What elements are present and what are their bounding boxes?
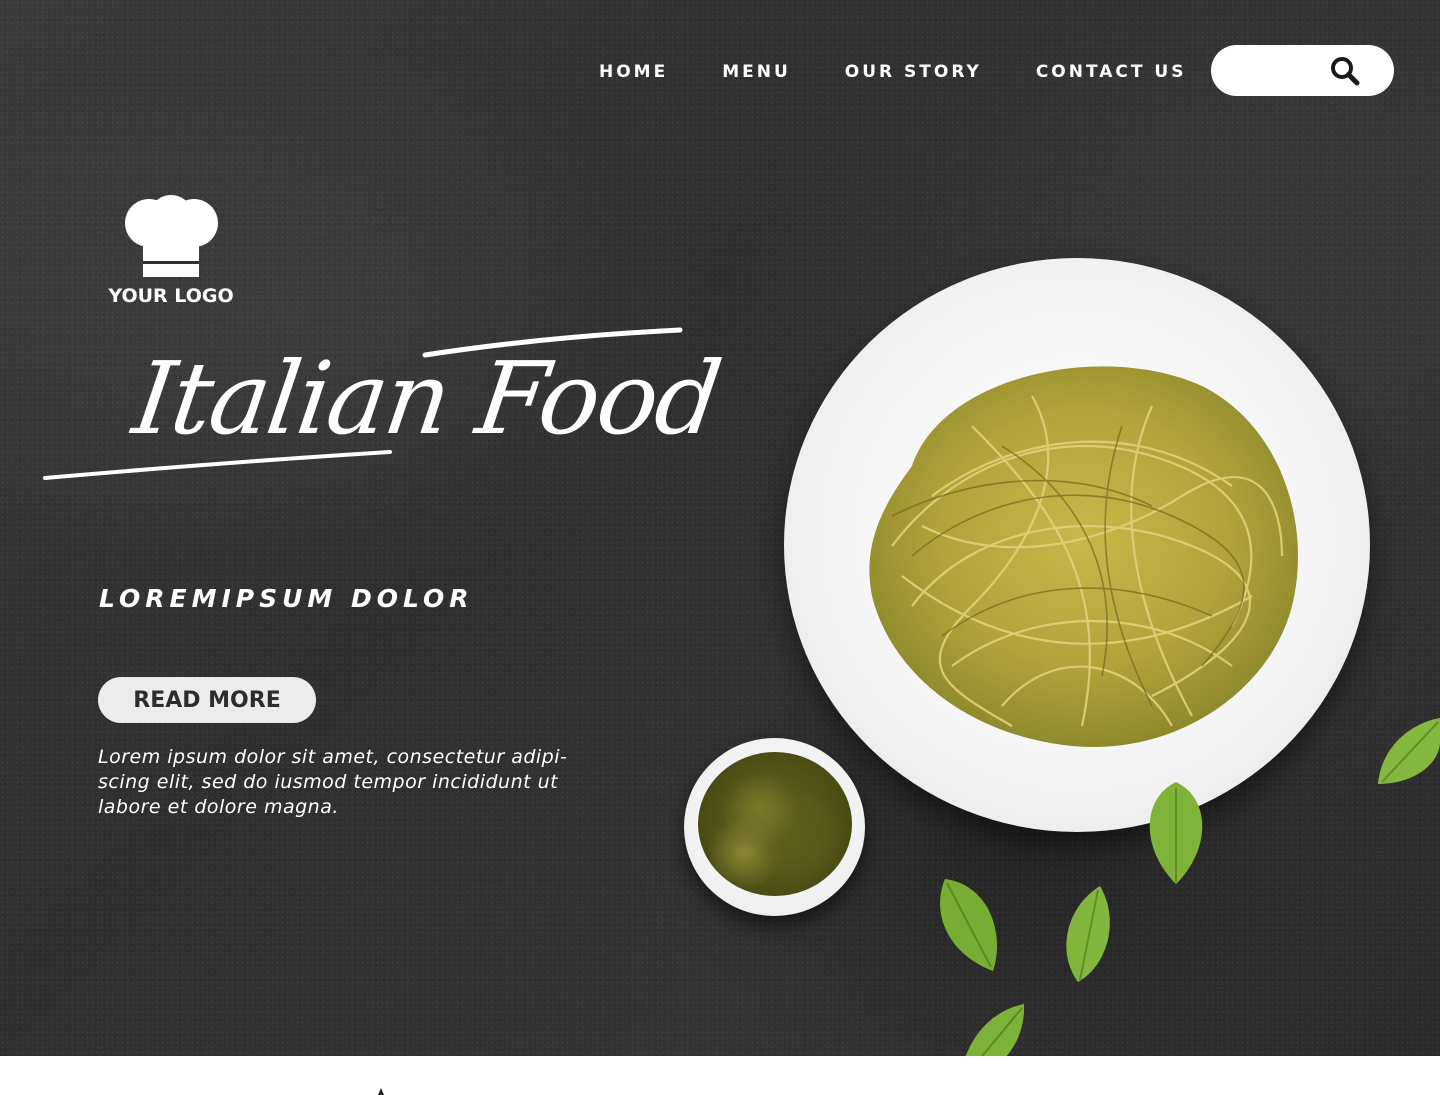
decorative-mark — [378, 1088, 384, 1095]
basil-leaf-image — [1149, 782, 1203, 884]
top-navigation: HOME MENU OUR STORY CONTACT US — [599, 62, 1186, 82]
search-input[interactable] — [1229, 57, 1333, 85]
nav-contact-us[interactable]: CONTACT US — [1036, 62, 1187, 82]
hero-title: Italian Food — [40, 320, 727, 490]
basil-leaf-image — [965, 1004, 1025, 1056]
hero-description: Lorem ipsum dolor sit amet, consectetur … — [98, 746, 568, 818]
hero-title-text: Italian Food — [126, 340, 727, 457]
nav-our-story[interactable]: OUR STORY — [845, 62, 982, 82]
site-logo[interactable]: YOUR LOGO — [100, 195, 242, 307]
read-more-button[interactable]: READ MORE — [98, 677, 316, 723]
next-section — [0, 1056, 1440, 1095]
logo-text: YOUR LOGO — [108, 285, 234, 307]
nav-home[interactable]: HOME — [599, 62, 668, 82]
hero-section: HOME MENU OUR STORY CONTACT US YOUR LOGO — [0, 0, 1440, 1056]
pasta-image — [869, 366, 1298, 747]
search-box — [1211, 45, 1394, 96]
hero-subtitle: LOREMIPSUM DOLOR — [99, 584, 474, 613]
basil-leaf-image — [1066, 886, 1110, 982]
search-icon[interactable] — [1329, 55, 1361, 87]
basil-leaf-image — [940, 879, 997, 971]
pesto-sauce — [698, 752, 852, 896]
basil-leaf-image — [1378, 718, 1440, 784]
nav-menu[interactable]: MENU — [722, 62, 791, 82]
chef-hat-icon — [100, 195, 242, 279]
